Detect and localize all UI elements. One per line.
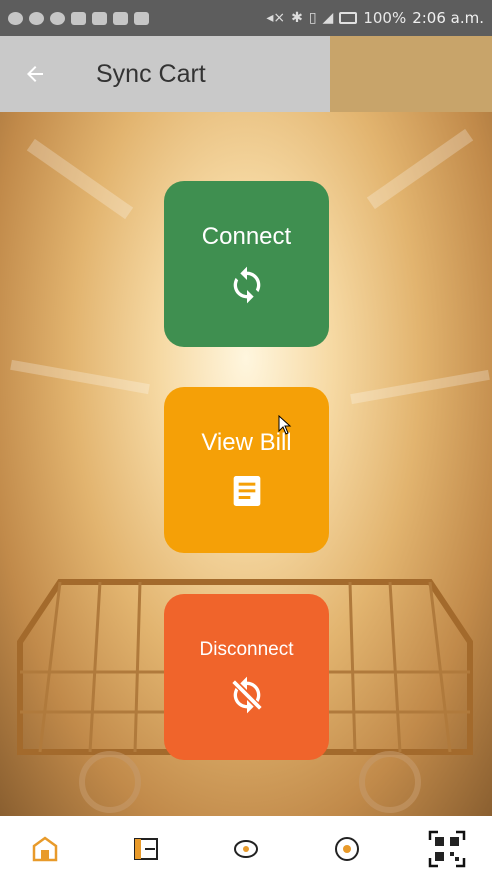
signal-icon: ◢: [322, 10, 334, 26]
nav-item-store[interactable]: [20, 824, 70, 874]
disconnect-button[interactable]: Disconnect: [164, 594, 329, 760]
connect-label: Connect: [201, 223, 292, 250]
nav-item-qr-code[interactable]: [422, 824, 472, 874]
status-bar: ◂× ✱ ▯ ◢ 100% 2:06 a.m.: [0, 0, 492, 36]
status-right-icons: ◂× ✱ ▯ ◢ 100% 2:06 a.m.: [266, 9, 484, 27]
background-image: Connect View Bill Disconnect: [0, 112, 492, 816]
status-time: 2:06 a.m.: [412, 9, 484, 27]
qr-code-icon: [428, 830, 466, 868]
bluetooth-icon: ✱: [291, 10, 303, 26]
search-product-icon: [334, 837, 359, 861]
nav-item-offers[interactable]: [221, 824, 271, 874]
store-icon: [32, 836, 58, 862]
notification-icon: [8, 11, 23, 25]
connect-button[interactable]: Connect: [164, 181, 329, 347]
sim-icon: ▯: [308, 10, 317, 26]
disconnect-label: Disconnect: [199, 639, 294, 660]
offers-icon: [234, 840, 258, 858]
light-streak: [10, 359, 150, 395]
battery-percent: 100%: [363, 9, 407, 27]
light-streak: [366, 128, 474, 210]
back-button[interactable]: [0, 36, 70, 112]
mouse-cursor-icon: [278, 415, 292, 435]
page-title: Sync Cart: [96, 59, 206, 88]
arrow-back-icon: [27, 66, 43, 82]
document-icon: [227, 471, 267, 511]
battery-icon: [339, 12, 358, 24]
whatsapp-icon: [29, 11, 44, 25]
mail-icon: [134, 11, 149, 25]
view-bill-button[interactable]: View Bill: [164, 387, 329, 553]
aisle-icon: [133, 838, 158, 860]
mute-icon: ◂×: [266, 10, 286, 26]
sync-disabled-icon: [227, 675, 267, 715]
instagram-icon: [50, 11, 65, 25]
status-left-icons: [8, 11, 149, 25]
bottom-nav: [0, 816, 492, 882]
app-bar-title-area: Sync Cart: [0, 36, 330, 112]
light-streak: [26, 138, 134, 220]
light-streak: [350, 369, 490, 405]
image-icon: [71, 11, 86, 25]
list-icon: [113, 11, 128, 25]
app-bar: Sync Cart: [0, 36, 492, 112]
nav-item-aisle[interactable]: [121, 824, 171, 874]
nav-item-search-product[interactable]: [322, 824, 372, 874]
sync-icon: [227, 265, 267, 305]
image-icon: [92, 11, 107, 25]
